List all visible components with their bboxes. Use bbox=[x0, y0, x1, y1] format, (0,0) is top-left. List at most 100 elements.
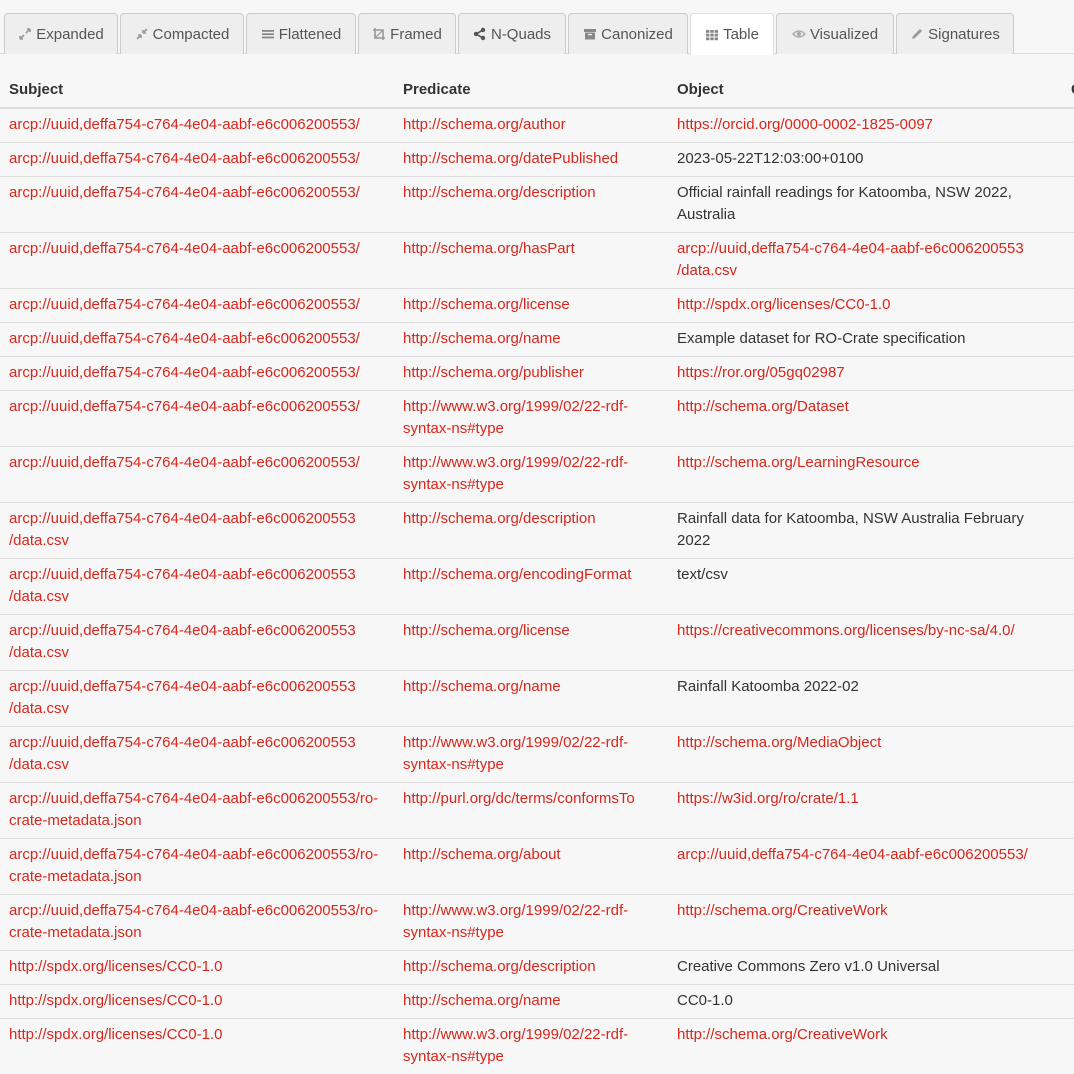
predicate-cell-link[interactable]: http://www.w3.org/1999/02/22-rdf-syntax-… bbox=[403, 1026, 628, 1065]
subject-cell-link[interactable]: http://spdx.org/licenses/CC0-1.0 bbox=[9, 992, 222, 1009]
subject-cell-link[interactable]: http://spdx.org/licenses/CC0-1.0 bbox=[9, 1026, 222, 1043]
tab-canonized[interactable]: Canonized bbox=[568, 13, 688, 54]
object-cell-link[interactable]: https://ror.org/05gq02987 bbox=[677, 364, 845, 381]
graph-cell bbox=[1062, 839, 1074, 895]
subject-cell-link[interactable]: http://spdx.org/licenses/CC0-1.0 bbox=[9, 958, 222, 975]
subject-cell-link[interactable]: arcp://uuid,deffa754-c764-4e04-aabf-e6c0… bbox=[9, 902, 378, 941]
subject-cell: arcp://uuid,deffa754-c764-4e04-aabf-e6c0… bbox=[0, 727, 394, 783]
subject-cell: arcp://uuid,deffa754-c764-4e04-aabf-e6c0… bbox=[0, 559, 394, 615]
predicate-cell-link[interactable]: http://schema.org/license bbox=[403, 622, 570, 639]
predicate-cell-link[interactable]: http://schema.org/name bbox=[403, 678, 561, 695]
subject-cell-link[interactable]: arcp://uuid,deffa754-c764-4e04-aabf-e6c0… bbox=[9, 330, 360, 347]
subject-cell-link[interactable]: arcp://uuid,deffa754-c764-4e04-aabf-e6c0… bbox=[9, 678, 356, 717]
object-cell-link[interactable]: http://schema.org/CreativeWork bbox=[677, 1026, 888, 1043]
object-cell: http://schema.org/CreativeWork bbox=[668, 1019, 1062, 1074]
subject-cell-link[interactable]: arcp://uuid,deffa754-c764-4e04-aabf-e6c0… bbox=[9, 622, 356, 661]
predicate-cell-link[interactable]: http://schema.org/description bbox=[403, 510, 596, 527]
predicate-cell-link[interactable]: http://schema.org/datePublished bbox=[403, 150, 618, 167]
predicate-cell-link[interactable]: http://schema.org/name bbox=[403, 330, 561, 347]
object-cell-link[interactable]: https://w3id.org/ro/crate/1.1 bbox=[677, 790, 859, 807]
predicate-cell-link[interactable]: http://schema.org/author bbox=[403, 116, 566, 133]
graph-cell bbox=[1062, 615, 1074, 671]
subject-cell-link[interactable]: arcp://uuid,deffa754-c764-4e04-aabf-e6c0… bbox=[9, 364, 360, 381]
subject-cell-link[interactable]: arcp://uuid,deffa754-c764-4e04-aabf-e6c0… bbox=[9, 150, 360, 167]
object-cell-link[interactable]: arcp://uuid,deffa754-c764-4e04-aabf-e6c0… bbox=[677, 240, 1024, 279]
predicate-cell-link[interactable]: http://schema.org/description bbox=[403, 184, 596, 201]
eye-icon bbox=[792, 27, 806, 41]
object-cell-literal: Rainfall Katoomba 2022-02 bbox=[677, 678, 859, 695]
object-cell-literal: Official rainfall readings for Katoomba,… bbox=[677, 184, 1012, 223]
subject-cell-link[interactable]: arcp://uuid,deffa754-c764-4e04-aabf-e6c0… bbox=[9, 184, 360, 201]
tab-visualized[interactable]: Visualized bbox=[776, 13, 894, 54]
predicate-cell: http://schema.org/description bbox=[394, 177, 668, 233]
subject-cell: arcp://uuid,deffa754-c764-4e04-aabf-e6c0… bbox=[0, 839, 394, 895]
tab-label: Canonized bbox=[601, 26, 673, 43]
predicate-cell-link[interactable]: http://schema.org/hasPart bbox=[403, 240, 575, 257]
subject-cell-link[interactable]: arcp://uuid,deffa754-c764-4e04-aabf-e6c0… bbox=[9, 734, 356, 773]
tab-compacted[interactable]: Compacted bbox=[120, 13, 244, 54]
graph-cell bbox=[1062, 391, 1074, 447]
object-cell-link[interactable]: http://schema.org/LearningResource bbox=[677, 454, 920, 471]
subject-cell: arcp://uuid,deffa754-c764-4e04-aabf-e6c0… bbox=[0, 671, 394, 727]
graph-cell bbox=[1062, 951, 1074, 985]
table-row: http://spdx.org/licenses/CC0-1.0 http://s… bbox=[0, 985, 1074, 1019]
subject-cell-link[interactable]: arcp://uuid,deffa754-c764-4e04-aabf-e6c0… bbox=[9, 454, 360, 471]
object-cell: http://schema.org/MediaObject bbox=[668, 727, 1062, 783]
predicate-cell-link[interactable]: http://www.w3.org/1999/02/22-rdf-syntax-… bbox=[403, 454, 628, 493]
tab-expanded[interactable]: Expanded bbox=[4, 13, 118, 54]
predicate-cell-link[interactable]: http://schema.org/name bbox=[403, 992, 561, 1009]
predicate-cell: http://schema.org/description bbox=[394, 951, 668, 985]
tab-label: Flattened bbox=[279, 26, 342, 43]
table-row: http://spdx.org/licenses/CC0-1.0 http://w… bbox=[0, 1019, 1074, 1074]
predicate-cell-link[interactable]: http://www.w3.org/1999/02/22-rdf-syntax-… bbox=[403, 734, 628, 773]
predicate-cell-link[interactable]: http://schema.org/publisher bbox=[403, 364, 584, 381]
predicate-cell-link[interactable]: http://purl.org/dc/terms/conformsTo bbox=[403, 790, 635, 807]
object-cell: 2023-05-22T12:03:00+0100 bbox=[668, 143, 1062, 177]
object-cell-link[interactable]: https://orcid.org/0000-0002-1825-0097 bbox=[677, 116, 933, 133]
subject-cell-link[interactable]: arcp://uuid,deffa754-c764-4e04-aabf-e6c0… bbox=[9, 846, 378, 885]
object-cell: Rainfall data for Katoomba, NSW Australi… bbox=[668, 503, 1062, 559]
object-cell-literal: Creative Commons Zero v1.0 Universal bbox=[677, 958, 940, 975]
subject-cell: arcp://uuid,deffa754-c764-4e04-aabf-e6c0… bbox=[0, 233, 394, 289]
object-cell-link[interactable]: https://creativecommons.org/licenses/by-… bbox=[677, 622, 1015, 639]
subject-cell-link[interactable]: arcp://uuid,deffa754-c764-4e04-aabf-e6c0… bbox=[9, 296, 360, 313]
predicate-cell-link[interactable]: http://schema.org/about bbox=[403, 846, 561, 863]
subject-cell: arcp://uuid,deffa754-c764-4e04-aabf-e6c0… bbox=[0, 323, 394, 357]
table-row: arcp://uuid,deffa754-c764-4e04-aabf-e6c0… bbox=[0, 143, 1074, 177]
predicate-cell-link[interactable]: http://www.w3.org/1999/02/22-rdf-syntax-… bbox=[403, 398, 628, 437]
predicate-cell: http://schema.org/encodingFormat bbox=[394, 559, 668, 615]
predicate-cell-link[interactable]: http://schema.org/description bbox=[403, 958, 596, 975]
subject-cell: arcp://uuid,deffa754-c764-4e04-aabf-e6c0… bbox=[0, 177, 394, 233]
object-cell-link[interactable]: http://schema.org/Dataset bbox=[677, 398, 849, 415]
tab-label: N-Quads bbox=[491, 26, 551, 43]
table-row: arcp://uuid,deffa754-c764-4e04-aabf-e6c0… bbox=[0, 615, 1074, 671]
predicate-cell: http://schema.org/about bbox=[394, 839, 668, 895]
tab-n-quads[interactable]: N-Quads bbox=[458, 13, 566, 54]
subject-cell-link[interactable]: arcp://uuid,deffa754-c764-4e04-aabf-e6c0… bbox=[9, 116, 360, 133]
predicate-cell-link[interactable]: http://schema.org/license bbox=[403, 296, 570, 313]
table-row: arcp://uuid,deffa754-c764-4e04-aabf-e6c0… bbox=[0, 559, 1074, 615]
predicate-cell: http://schema.org/name bbox=[394, 985, 668, 1019]
object-cell-link[interactable]: arcp://uuid,deffa754-c764-4e04-aabf-e6c0… bbox=[677, 846, 1028, 863]
object-cell-link[interactable]: http://schema.org/CreativeWork bbox=[677, 902, 888, 919]
subject-cell-link[interactable]: arcp://uuid,deffa754-c764-4e04-aabf-e6c0… bbox=[9, 398, 360, 415]
object-cell-link[interactable]: http://spdx.org/licenses/CC0-1.0 bbox=[677, 296, 890, 313]
subject-cell: arcp://uuid,deffa754-c764-4e04-aabf-e6c0… bbox=[0, 391, 394, 447]
predicate-cell: http://www.w3.org/1999/02/22-rdf-syntax-… bbox=[394, 895, 668, 951]
graph-cell bbox=[1062, 233, 1074, 289]
subject-cell-link[interactable]: arcp://uuid,deffa754-c764-4e04-aabf-e6c0… bbox=[9, 510, 356, 549]
subject-cell: arcp://uuid,deffa754-c764-4e04-aabf-e6c0… bbox=[0, 357, 394, 391]
tab-table[interactable]: Table bbox=[690, 13, 774, 55]
object-cell-link[interactable]: http://schema.org/MediaObject bbox=[677, 734, 881, 751]
tab-flattened[interactable]: Flattened bbox=[246, 13, 356, 54]
subject-cell-link[interactable]: arcp://uuid,deffa754-c764-4e04-aabf-e6c0… bbox=[9, 566, 356, 605]
tab-label: Visualized bbox=[810, 26, 878, 43]
tab-signatures[interactable]: Signatures bbox=[896, 13, 1014, 54]
graph-cell bbox=[1062, 289, 1074, 323]
tab-framed[interactable]: Framed bbox=[358, 13, 456, 54]
subject-cell-link[interactable]: arcp://uuid,deffa754-c764-4e04-aabf-e6c0… bbox=[9, 240, 360, 257]
predicate-cell-link[interactable]: http://www.w3.org/1999/02/22-rdf-syntax-… bbox=[403, 902, 628, 941]
predicate-cell: http://schema.org/name bbox=[394, 671, 668, 727]
subject-cell-link[interactable]: arcp://uuid,deffa754-c764-4e04-aabf-e6c0… bbox=[9, 790, 378, 829]
predicate-cell-link[interactable]: http://schema.org/encodingFormat bbox=[403, 566, 631, 583]
